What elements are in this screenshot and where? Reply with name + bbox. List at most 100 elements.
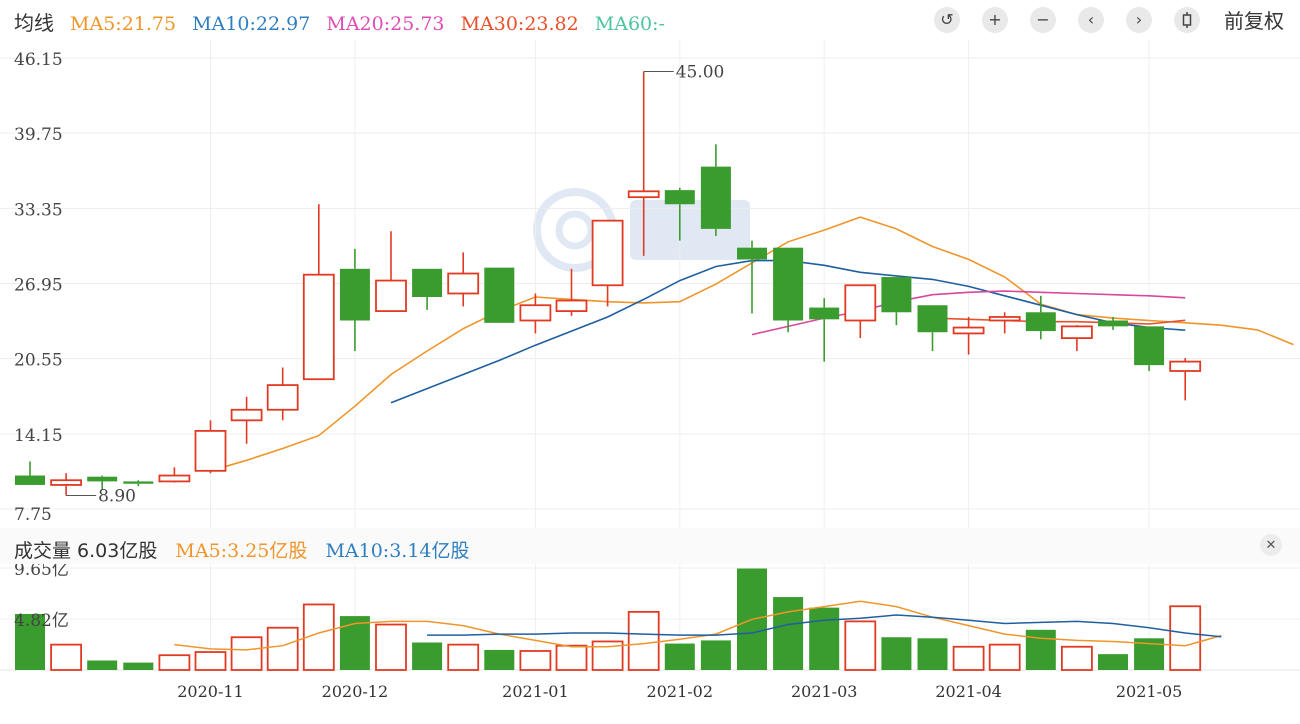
volume-ma5-legend: MA5:3.25亿股 <box>175 540 308 562</box>
candle <box>447 252 480 307</box>
candle-body <box>302 273 335 381</box>
candle-body <box>773 247 804 321</box>
y-tick-label: 7.75 <box>14 505 52 525</box>
candle-body <box>87 476 118 482</box>
y-tick-label: 20.55 <box>14 351 63 371</box>
candle-body <box>809 307 840 320</box>
volume-bar <box>664 643 695 670</box>
candle-body <box>519 304 552 322</box>
candle <box>664 187 695 241</box>
candle-body <box>1061 325 1093 340</box>
candle <box>988 312 1021 334</box>
volume-bar <box>1098 654 1128 670</box>
candlestick-chart[interactable]: 46.15 39.75 33.35 26.95 20.55 14.15 7.75 45.00… <box>0 0 1300 724</box>
volume-title: 成交量 6.03亿股 <box>14 540 158 562</box>
volume-bar <box>809 607 840 670</box>
candle-body <box>339 268 370 321</box>
candle <box>1061 325 1093 352</box>
min-price-label: 8.90 <box>98 486 136 506</box>
candle <box>809 298 840 362</box>
volume-bar <box>627 610 660 671</box>
candle <box>50 473 82 496</box>
candle-body <box>230 408 263 422</box>
volume-bar <box>266 626 299 671</box>
candle-body <box>952 326 985 335</box>
candle <box>591 219 624 307</box>
candle <box>230 396 263 444</box>
candle <box>737 240 767 314</box>
candle <box>627 71 660 256</box>
candle-body <box>50 479 82 486</box>
close-icon[interactable]: ✕ <box>1260 534 1282 556</box>
volume-bar <box>484 649 515 670</box>
y-tick-label: 33.35 <box>14 200 63 220</box>
candle <box>844 284 877 339</box>
volume-bar <box>1061 645 1093 671</box>
candle <box>1134 326 1165 371</box>
candle-body <box>1098 320 1128 327</box>
volume-bar <box>1025 629 1056 670</box>
volume-bar <box>50 643 82 671</box>
candle-body <box>591 219 624 287</box>
volume-header: 成交量 6.03亿股 MA5:3.25亿股 MA10:3.14亿股 ✕ <box>0 528 1300 564</box>
volume-bar <box>1169 605 1202 671</box>
x-tick-label: 2020-12 <box>322 682 388 701</box>
candle <box>123 480 154 487</box>
x-tick-label: 2021-01 <box>502 682 568 701</box>
volume-ma10-legend: MA10:3.14亿股 <box>325 540 470 562</box>
candle-body <box>917 305 948 333</box>
candle-body <box>412 268 443 298</box>
volume-y-tick-label: 4.82亿 <box>14 611 69 631</box>
candle <box>773 247 804 333</box>
candle <box>952 316 985 355</box>
volume-bar <box>988 643 1021 671</box>
candle-body <box>988 316 1021 322</box>
x-tick-label: 2021-02 <box>647 682 713 701</box>
y-tick-label: 26.95 <box>14 276 63 296</box>
x-tick-label: 2021-04 <box>935 682 1001 701</box>
volume-bar <box>194 651 227 671</box>
candle <box>194 420 227 474</box>
candle <box>917 305 948 352</box>
volume-bar <box>87 660 118 670</box>
candle-body <box>737 247 767 260</box>
candle-body <box>1025 312 1056 332</box>
volume-bar <box>375 623 407 671</box>
volume-bar <box>844 620 877 671</box>
candle-body <box>447 272 480 295</box>
candle-body <box>375 279 407 313</box>
candle <box>555 268 588 316</box>
candle-body <box>555 299 588 313</box>
volume-bar <box>158 654 191 671</box>
candle-body <box>266 384 299 411</box>
volume-bar <box>412 642 443 670</box>
volume-bar <box>230 636 263 671</box>
volume-bar <box>881 637 912 670</box>
volume-bar <box>519 650 552 671</box>
candle <box>519 293 552 334</box>
volume-bar <box>447 643 480 671</box>
candle-body <box>700 166 731 229</box>
candle-body <box>1134 326 1165 366</box>
candle <box>881 277 912 326</box>
candle-body <box>194 429 227 472</box>
max-price-label: 45.00 <box>676 63 725 83</box>
volume-bar <box>555 644 588 671</box>
x-tick-label: 2020-11 <box>177 682 243 701</box>
candle-body <box>627 190 660 199</box>
y-tick-label: 39.75 <box>14 125 63 145</box>
candle-body <box>123 481 154 484</box>
candle <box>158 467 191 483</box>
y-tick-label: 14.15 <box>14 426 63 446</box>
volume-bar <box>917 638 948 670</box>
volume-bar <box>123 662 154 670</box>
candle-body <box>664 190 695 205</box>
candle <box>1169 358 1202 401</box>
candle-body <box>881 277 912 313</box>
volume-bar <box>700 640 731 670</box>
candle-body <box>484 267 515 323</box>
candle-body <box>1169 360 1202 372</box>
candle <box>339 248 370 352</box>
y-tick-label: 46.15 <box>14 50 63 70</box>
candle-body <box>15 475 45 485</box>
